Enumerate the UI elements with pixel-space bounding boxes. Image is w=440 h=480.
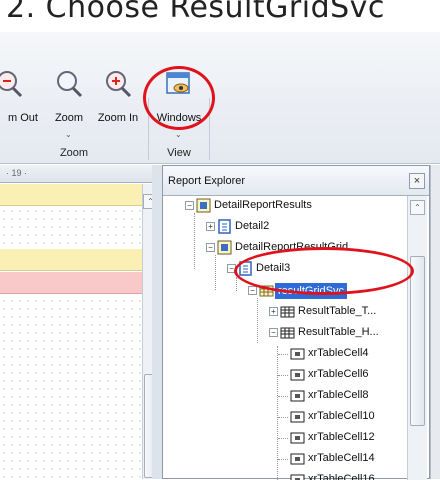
scroll-up-icon[interactable]: ⌃ [410, 200, 425, 215]
band-grid [0, 207, 142, 247]
report-band-icon [217, 240, 232, 255]
tree-connector [278, 459, 288, 460]
zoom-icon [57, 71, 83, 98]
collapse-icon[interactable]: − [248, 286, 257, 295]
ruler-mark: · 19 · [6, 168, 28, 178]
table-cell-icon [290, 411, 305, 423]
tree-node-xrtablecell4[interactable]: xrTableCell4 [278, 344, 407, 364]
tree-node-xrtablecell12[interactable]: xrTableCell12 [278, 428, 407, 448]
table-icon [280, 306, 295, 318]
horizontal-ruler: · 19 · [0, 165, 160, 183]
zoom-button[interactable]: Zoom ⌄ [48, 66, 90, 139]
tree-node-detail2[interactable]: + Detail2 [206, 217, 406, 237]
table-cell-icon [290, 390, 305, 402]
zoom-out-button[interactable]: m Out [0, 66, 46, 126]
tree-node-label: xrTableCell6 [308, 368, 369, 380]
instruction-banner: 2. Choose ResultGridSvc [0, 0, 440, 32]
tree-node-label: Detail2 [235, 220, 270, 232]
explorer-scrollbar[interactable]: ⌃ [407, 196, 427, 480]
scroll-thumb[interactable] [410, 256, 425, 426]
view-group-label: View [167, 147, 191, 159]
tree-connector [278, 396, 288, 397]
collapse-icon[interactable]: − [206, 243, 215, 252]
report-designer-surface[interactable]: · 19 · ⌃ [0, 165, 160, 479]
instruction-text: 2. Choose ResultGridSvc [6, 0, 385, 25]
tree-connector [278, 438, 288, 439]
tree-node-label: xrTableCell8 [308, 389, 369, 401]
detail-band-icon [218, 219, 231, 234]
tree-node-resulttable-t[interactable]: + ResultTable_T... [269, 302, 407, 322]
tree-node-label: xrTableCell4 [308, 347, 369, 359]
band-header[interactable] [0, 184, 142, 206]
table-cell-icon [290, 453, 305, 465]
band-pink[interactable] [0, 272, 142, 294]
windows-dropdown-icon: ⌄ [175, 130, 182, 139]
table-cell-icon [290, 432, 305, 444]
tree-node-label: xrTableCell14 [308, 452, 375, 464]
zoom-out-icon [0, 71, 23, 98]
tree-node-label: ResultTable_H... [298, 326, 379, 338]
zoom-in-icon [106, 71, 132, 98]
report-band-icon [196, 198, 211, 213]
pane-splitter[interactable] [152, 165, 162, 479]
windows-highlight-circle [143, 66, 215, 130]
tree-connector [278, 417, 288, 418]
zoom-group-label: Zoom [59, 147, 89, 159]
tree-node-xrtablecell14[interactable]: xrTableCell14 [278, 449, 407, 469]
tree-connector [278, 375, 288, 376]
table-icon [280, 327, 295, 339]
band-yellow[interactable] [0, 249, 142, 271]
close-icon[interactable]: × [409, 173, 425, 189]
tree-node-label: ResultTable_T... [298, 305, 377, 317]
report-explorer-title: Report Explorer [168, 175, 246, 187]
tree-node-xrtablecell6[interactable]: xrTableCell6 [278, 365, 407, 385]
tree-connector [257, 298, 258, 343]
tree-node-xrtablecell8[interactable]: xrTableCell8 [278, 386, 407, 406]
table-cell-icon [290, 348, 305, 360]
tree-connector [194, 213, 195, 269]
tree-node-label: DetailReportResults [214, 199, 312, 211]
tree-node-xrtablecell10[interactable]: xrTableCell10 [278, 407, 407, 427]
zoom-in-label: Zoom In [97, 112, 139, 124]
collapse-icon[interactable]: − [185, 201, 194, 210]
zoom-label: Zoom [54, 112, 84, 124]
zoom-in-button[interactable]: Zoom In [92, 66, 144, 126]
resultgridsvc-highlight-circle [234, 247, 414, 295]
report-explorer-panel: Report Explorer × − DetailReportResults … [162, 165, 430, 480]
tree-connector [236, 277, 237, 291]
tree-node-resulttable-h[interactable]: − ResultTable_H... [269, 323, 407, 343]
expand-icon[interactable]: + [206, 222, 215, 231]
tree-node-detailreportresults[interactable]: − DetailReportResults [185, 196, 405, 216]
zoom-dropdown-icon: ⌄ [65, 130, 72, 139]
expand-icon[interactable]: + [269, 307, 278, 316]
tree-node-label: xrTableCell10 [308, 410, 375, 422]
report-tree: − DetailReportResults + Detail2 − Detail… [163, 196, 407, 480]
table-cell-icon [290, 369, 305, 381]
band-grid [0, 297, 142, 479]
collapse-icon[interactable]: − [269, 328, 278, 337]
tree-connector [215, 255, 216, 290]
tree-connector [278, 354, 288, 355]
report-explorer-header: Report Explorer × [163, 166, 429, 196]
side-panel-edge [430, 165, 440, 479]
tree-node-label: xrTableCell12 [308, 431, 375, 443]
zoom-out-label: m Out [8, 112, 38, 124]
